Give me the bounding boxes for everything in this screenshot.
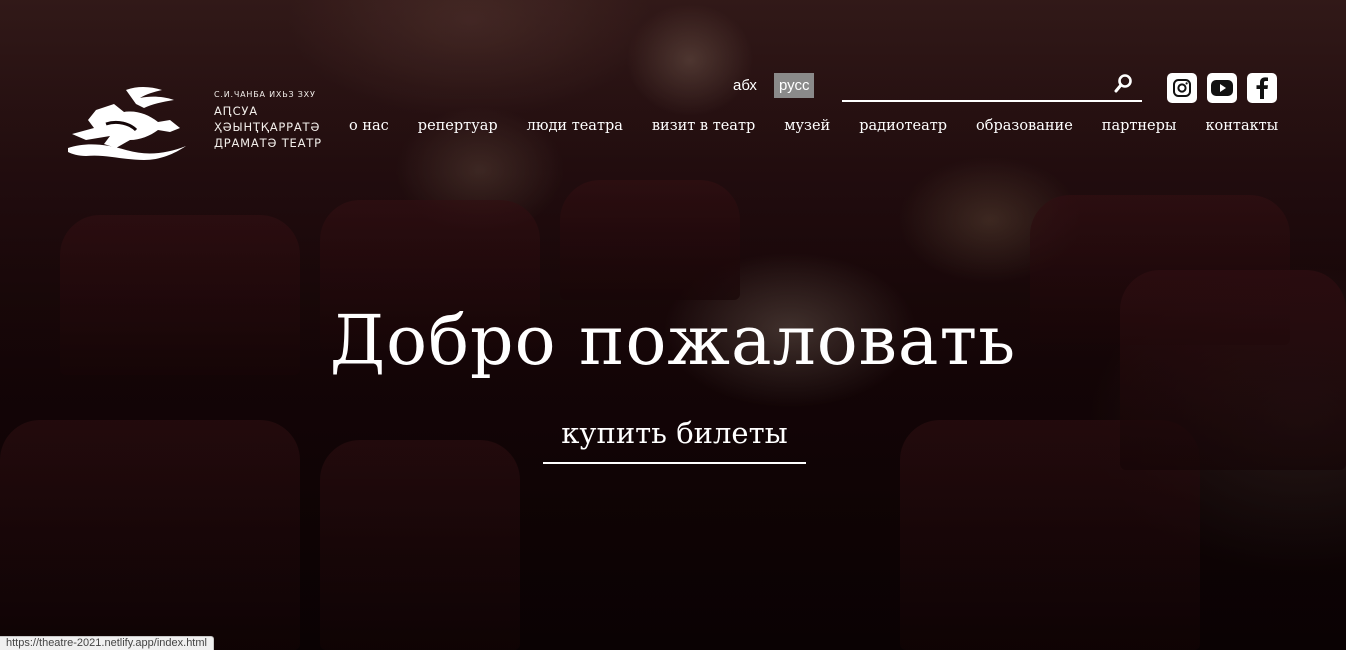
nav-item-partners[interactable]: партнеры	[1102, 118, 1177, 134]
nav-item-contacts[interactable]: контакты	[1205, 118, 1278, 134]
logo-line-3: ДРАМАТӘ ТЕАТР	[214, 136, 322, 150]
nav-item-visit[interactable]: визит в театр	[652, 118, 755, 134]
nav-item-museum[interactable]: музей	[784, 118, 830, 134]
nav-item-education[interactable]: образование	[976, 118, 1073, 134]
nav-item-people[interactable]: люди театра	[527, 118, 623, 134]
youtube-button[interactable]	[1207, 73, 1237, 103]
facebook-icon	[1256, 77, 1268, 99]
facebook-button[interactable]	[1247, 73, 1277, 103]
instagram-button[interactable]	[1167, 73, 1197, 103]
hero-title: Добро пожаловать	[329, 302, 1017, 381]
search-input[interactable]	[842, 70, 1112, 98]
nav-item-about[interactable]: о нас	[349, 118, 389, 134]
nav-item-radiotheatre[interactable]: радиотеатр	[859, 118, 947, 134]
lang-russian[interactable]: русс	[773, 73, 815, 98]
lang-abkhaz[interactable]: абх	[728, 73, 762, 98]
youtube-icon	[1211, 80, 1233, 96]
theatre-logo[interactable]: С.И.ЧАНБА ИХЬЗ ЗХУ АԤСУА ҲӘЫНҬҚАРРАТӘ ДР…	[66, 84, 322, 164]
search-bar	[842, 70, 1142, 102]
deer-icon	[68, 87, 186, 160]
main-navigation: о нас репертуар люди театра визит в теат…	[349, 118, 1278, 134]
search-icon[interactable]	[1114, 73, 1134, 95]
theatre-name: С.И.ЧАНБА ИХЬЗ ЗХУ АԤСУА ҲӘЫНҬҚАРРАТӘ ДР…	[214, 90, 322, 151]
language-switcher: абх русс	[728, 73, 815, 98]
logo-subtitle: С.И.ЧАНБА ИХЬЗ ЗХУ	[214, 90, 316, 99]
instagram-icon	[1173, 79, 1191, 97]
nav-item-repertoire[interactable]: репертуар	[418, 118, 498, 134]
buy-tickets-button[interactable]: купить билеты	[543, 412, 806, 464]
browser-status-url: https://theatre-2021.netlify.app/index.h…	[0, 636, 214, 650]
logo-line-2: ҲӘЫНҬҚАРРАТӘ	[214, 120, 321, 134]
logo-line-1: АԤСУА	[214, 104, 258, 118]
social-links	[1167, 73, 1277, 103]
